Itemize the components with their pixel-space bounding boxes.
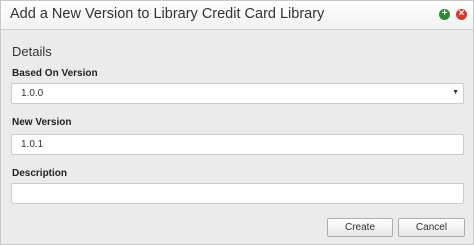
based-on-version-value: 1.0.0 [21,88,44,99]
description-label: Description [12,168,68,179]
based-on-version-select[interactable]: 1.0.0 ▼ [11,83,464,104]
dialog-titlebar: Add a New Version to Library Credit Card… [1,1,473,30]
new-version-value: 1.0.1 [21,139,44,150]
new-version-input[interactable]: 1.0.1 [11,134,464,155]
close-circle-icon[interactable]: × [456,9,467,20]
description-input[interactable] [11,183,464,204]
cancel-button[interactable]: Cancel [398,218,465,237]
based-on-version-label: Based On Version [12,68,98,79]
chevron-down-icon: ▼ [452,89,459,96]
add-version-dialog: Add a New Version to Library Credit Card… [0,0,474,245]
details-heading: Details [12,44,52,59]
dialog-title: Add a New Version to Library Credit Card… [10,6,325,22]
plus-circle-icon[interactable]: + [439,9,450,20]
create-button[interactable]: Create [327,218,393,237]
new-version-label: New Version [12,117,72,128]
